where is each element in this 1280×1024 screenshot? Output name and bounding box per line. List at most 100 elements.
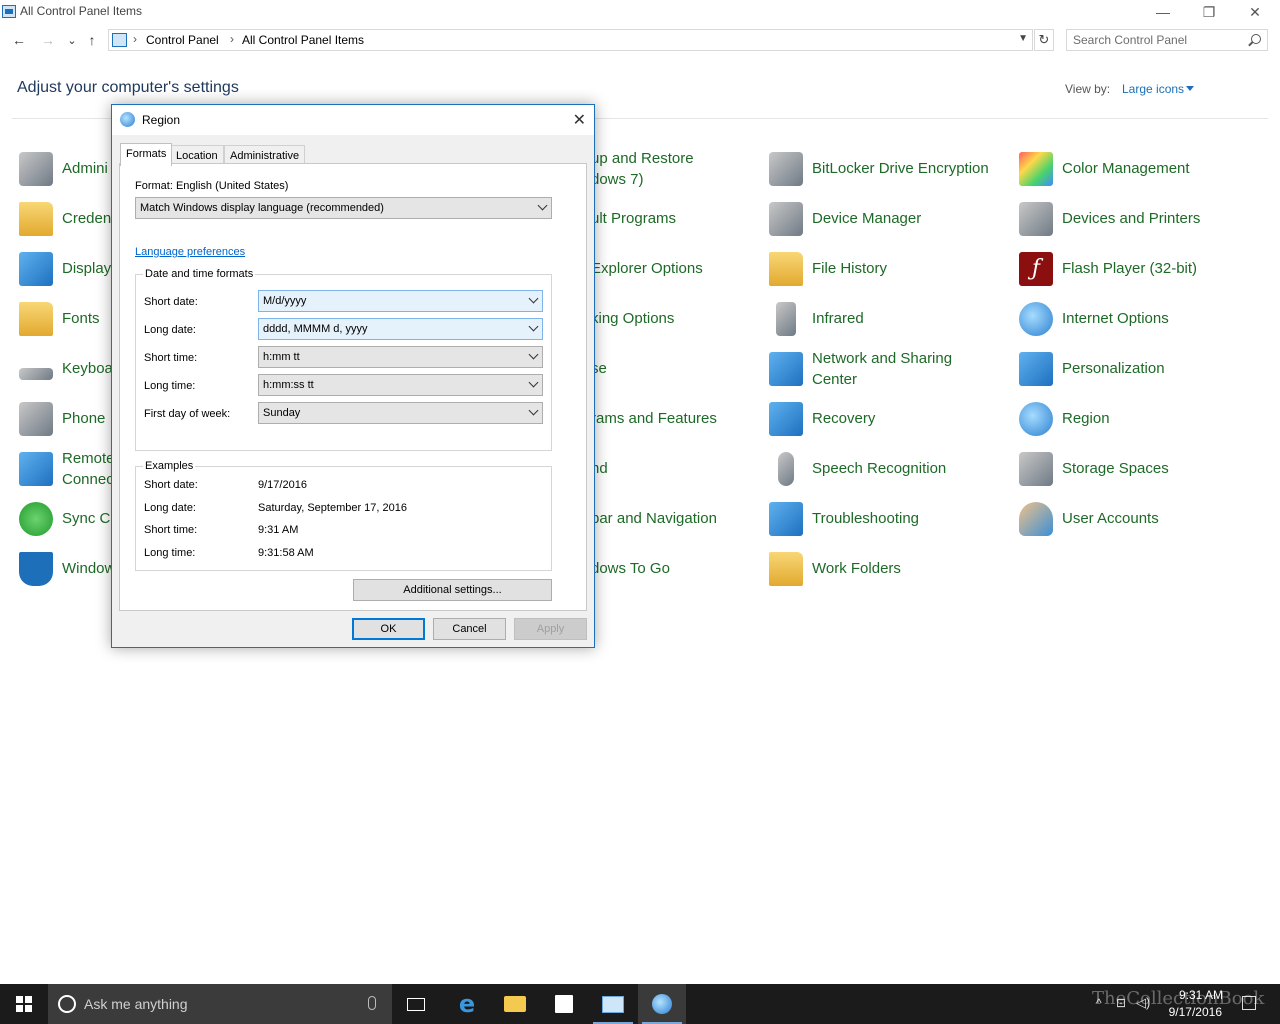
group-title: Date and time formats [143,268,256,280]
administrative-tools-icon [19,152,53,186]
back-button[interactable]: ← [9,30,29,50]
cortana-placeholder: Ask me anything [84,996,188,1012]
search-box[interactable] [1066,29,1268,51]
speech-recognition-icon [778,452,794,486]
short-time-label: Short time: [144,352,198,364]
task-view-button[interactable] [392,984,440,1024]
search-input[interactable] [1073,33,1243,47]
troubleshooting-icon [769,502,803,536]
chevron-down-icon [528,349,539,360]
task-view-icon [407,997,425,1011]
example-long-date-label: Long date: [144,502,196,514]
ok-button[interactable]: OK [352,618,425,640]
view-by-dropdown[interactable]: Large icons [1122,82,1184,96]
region-dialog: Region ✕ Formats Location Administrative… [111,104,595,648]
display-icon [19,252,53,286]
breadcrumb-all-items[interactable]: All Control Panel Items [242,33,364,47]
long-date-label: Long date: [144,324,196,336]
example-long-time-value: 9:31:58 AM [258,547,314,559]
breadcrumb-separator: › [230,32,234,46]
format-label: Format: English (United States) [135,180,289,192]
tab-administrative[interactable]: Administrative [224,145,306,165]
region-icon [1019,402,1053,436]
file-explorer-icon [504,996,526,1012]
device-manager-icon [769,202,803,236]
example-long-date-value: Saturday, September 17, 2016 [258,502,408,514]
dialog-title-bar: Region ✕ [112,105,594,135]
restore-button[interactable]: ❐ [1186,0,1232,24]
formats-panel: Format: English (United States) Match Wi… [119,163,587,611]
tab-location[interactable]: Location [170,145,224,165]
dialog-close-button[interactable]: ✕ [573,110,586,130]
control-panel-icon [112,33,127,47]
chevron-down-icon[interactable] [1186,86,1194,91]
example-short-date-value: 9/17/2016 [258,479,307,491]
example-short-date-label: Short date: [144,479,198,491]
additional-settings-button[interactable]: Additional settings... [353,579,552,601]
breadcrumb-control-panel[interactable]: Control Panel [146,33,219,47]
apply-button[interactable]: Apply [514,618,587,640]
file-explorer-button[interactable] [491,984,539,1024]
internet-options-icon [1019,302,1053,336]
windows-defender-icon [19,552,53,586]
language-preferences-link[interactable]: Language preferences [135,246,245,258]
page-title: Adjust your computer's settings [17,79,239,96]
edge-button[interactable]: e [443,984,491,1024]
breadcrumb-separator: › [133,32,137,46]
keyboard-icon [19,368,53,380]
user-accounts-icon [1019,502,1053,536]
chevron-down-icon [528,293,539,304]
close-button[interactable]: ✕ [1232,0,1278,24]
refresh-button[interactable]: ↻ [1034,29,1054,51]
flash-player-icon: ƒ [1019,252,1053,286]
first-day-of-week-label: First day of week: [144,408,231,420]
control-panel-icon [2,5,16,18]
long-time-select[interactable]: h:mm:ss tt [258,374,543,396]
dialog-title: Region [142,113,181,127]
windows-logo-icon [16,996,32,1012]
phone-icon [19,402,53,436]
short-time-select[interactable]: h:mm tt [258,346,543,368]
region-taskbar-button[interactable] [638,984,686,1024]
globe-icon [120,112,135,127]
window-title-bar: All Control Panel Items — ❐ ✕ [0,0,1280,24]
network-sharing-icon [769,352,803,386]
window-title: All Control Panel Items [20,4,143,18]
watermark: TheCollectionBook [1092,988,1265,1009]
search-icon[interactable] [1251,34,1261,44]
address-bar[interactable]: › Control Panel › All Control Panel Item… [108,29,1033,51]
fonts-icon [19,302,53,336]
tab-formats[interactable]: Formats [120,143,173,166]
devices-printers-icon [1019,202,1053,236]
long-time-label: Long time: [144,380,196,392]
up-button[interactable]: ↑ [82,30,102,50]
long-date-select[interactable]: dddd, MMMM d, yyyy [258,318,543,340]
edge-icon: e [458,990,476,1018]
remote-connections-icon [19,452,53,486]
forward-button[interactable]: → [38,30,58,50]
cancel-button[interactable]: Cancel [433,618,506,640]
address-dropdown-icon[interactable]: ▼ [1018,33,1028,44]
storage-spaces-icon [1019,452,1053,486]
minimize-button[interactable]: — [1140,0,1186,24]
first-day-of-week-select[interactable]: Sunday [258,402,543,424]
credential-manager-icon [19,202,53,236]
cortana-search-box[interactable]: Ask me anything [48,984,392,1024]
example-short-time-label: Short time: [144,524,198,536]
infrared-icon [776,302,796,336]
control-panel-taskbar-button[interactable] [589,984,637,1024]
example-long-time-label: Long time: [144,547,196,559]
format-select[interactable]: Match Windows display language (recommen… [135,197,552,219]
short-date-select[interactable]: M/d/yyyy [258,290,543,312]
taskbar: Ask me anything e ^ ⊡ ◁) 9:31 AM 9/17/20… [0,984,1280,1024]
date-time-formats-group: Date and time formats Short date: M/d/yy… [135,268,552,451]
group-title: Examples [143,460,196,472]
store-button[interactable] [540,984,588,1024]
globe-icon [652,994,672,1014]
microphone-icon[interactable] [368,996,376,1010]
store-icon [555,995,573,1013]
recent-locations-button[interactable]: ⌄ [62,30,82,50]
start-button[interactable] [0,984,48,1024]
chevron-down-icon [537,200,548,211]
color-management-icon [1019,152,1053,186]
